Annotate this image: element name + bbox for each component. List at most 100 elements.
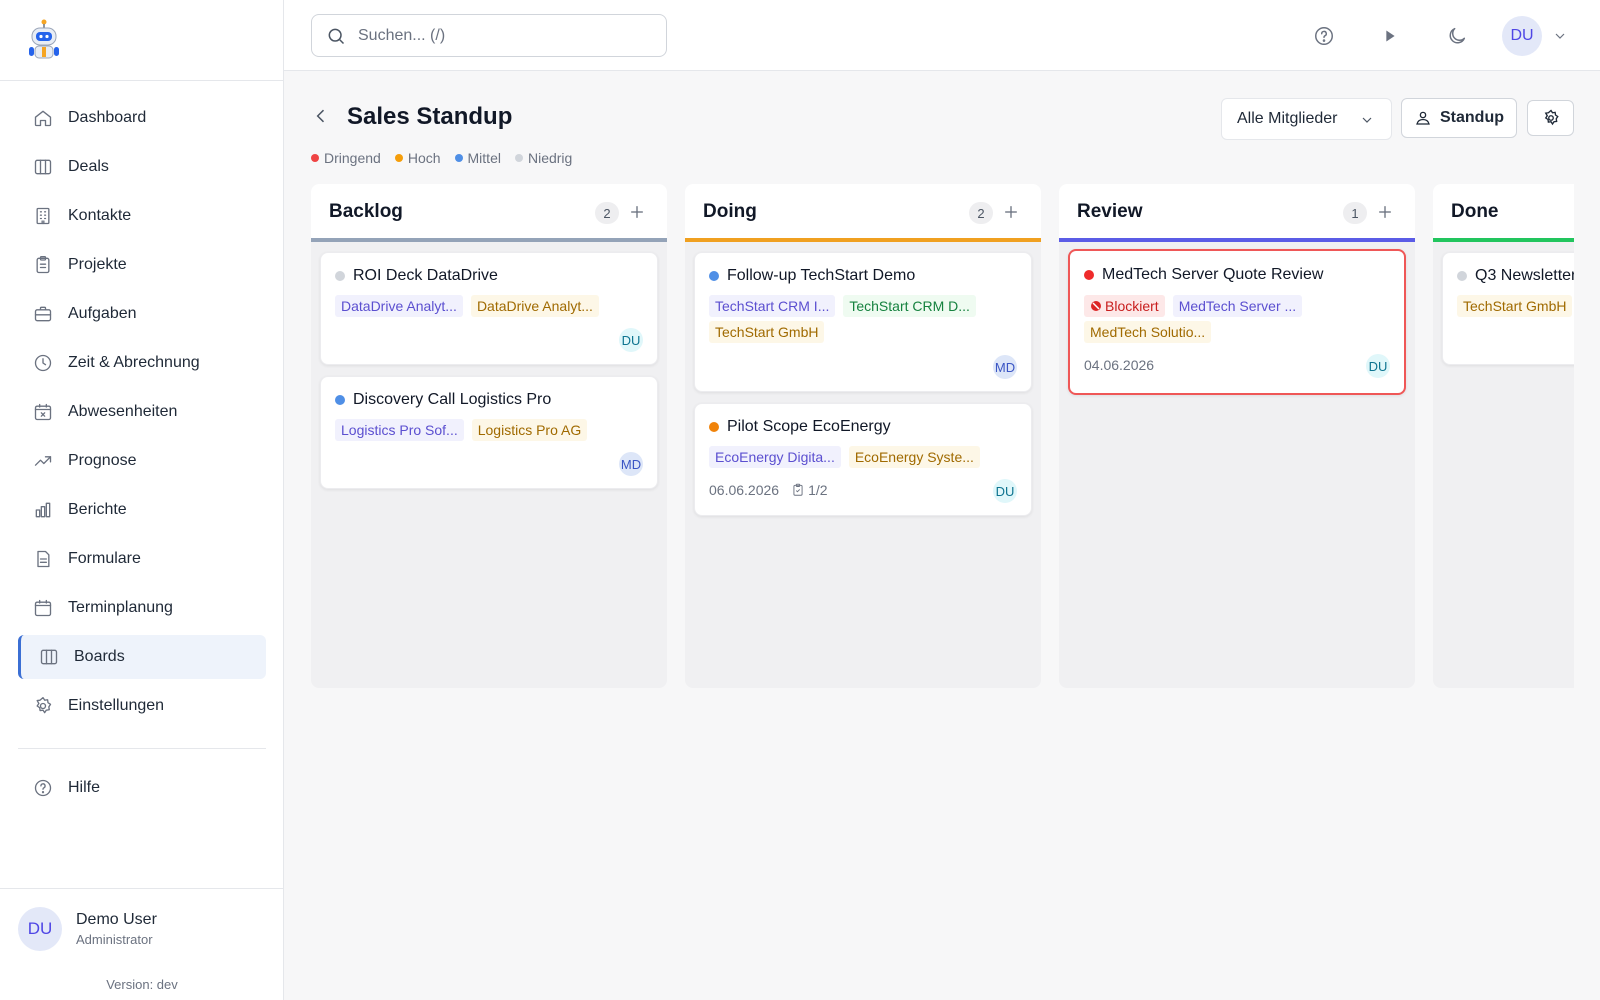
tag[interactable]: TechStart GmbH — [709, 321, 825, 343]
sidebar-item-projekte[interactable]: Projekte — [18, 243, 266, 287]
sidebar-item-aufgaben[interactable]: Aufgaben — [18, 292, 266, 336]
sidebar-item-label: Deals — [68, 158, 109, 175]
sidebar-item-prognose[interactable]: Prognose — [18, 439, 266, 483]
sidebar-item-boards[interactable]: Boards — [18, 635, 266, 679]
tag[interactable]: Logistics Pro Sof... — [335, 419, 464, 441]
user-name: Demo User — [76, 911, 157, 928]
sidebar-item-abwesenheiten[interactable]: Abwesenheiten — [18, 390, 266, 434]
card-tags: EcoEnergy Digita... EcoEnergy Syste... — [709, 446, 1019, 472]
sidebar-item-dashboard[interactable]: Dashboard — [18, 96, 266, 140]
task-card[interactable]: Discovery Call Logistics Pro Logistics P… — [320, 376, 658, 489]
checklist-progress: 1/2 — [808, 482, 828, 498]
card-tags: DataDrive Analyt... DataDrive Analyt... — [335, 295, 645, 321]
sidebar-item-hilfe[interactable]: Hilfe — [18, 766, 266, 810]
sidebar-item-kontakte[interactable]: Kontakte — [18, 194, 266, 238]
add-card-button[interactable] — [627, 202, 647, 222]
sidebar-item-berichte[interactable]: Berichte — [18, 488, 266, 532]
assignee-avatar[interactable]: DU — [993, 479, 1017, 503]
sidebar-item-label: Aufgaben — [68, 305, 137, 322]
sidebar-item-label: Prognose — [68, 452, 137, 469]
back-button[interactable] — [311, 106, 333, 130]
column-title: Backlog — [329, 201, 403, 222]
member-filter-select[interactable]: Alle Mitglieder — [1221, 98, 1392, 140]
card-title: Discovery Call Logistics Pro — [335, 391, 551, 409]
plus-icon — [1005, 206, 1017, 218]
user-role: Administrator — [76, 932, 153, 947]
legend-item-mittel: Mittel — [454, 150, 501, 166]
sidebar-help-section: Hilfe — [18, 766, 266, 815]
dark-mode-toggle[interactable] — [1445, 24, 1469, 48]
sidebar-item-label: Formulare — [68, 550, 141, 567]
sidebar-item-label: Berichte — [68, 501, 127, 518]
sidebar-item-deals[interactable]: Deals — [18, 145, 266, 189]
top-bar: Suchen... (/) DU — [284, 0, 1600, 71]
task-card[interactable]: Follow-up TechStart Demo TechStart CRM I… — [694, 252, 1032, 392]
assignee-avatar[interactable]: MD — [993, 355, 1017, 379]
due-date: 04.06.2026 — [1084, 357, 1155, 373]
search-input[interactable]: Suchen... (/) — [311, 14, 667, 57]
legend-item-hoch: Hoch — [394, 150, 441, 166]
search-icon — [328, 28, 345, 44]
robot-logo-icon[interactable] — [26, 18, 62, 62]
blocked-tag[interactable]: Blockiert — [1084, 295, 1165, 317]
play-button[interactable] — [1378, 24, 1402, 48]
tag[interactable]: TechStart GmbH — [1457, 295, 1573, 317]
tag[interactable]: DataDrive Analyt... — [470, 295, 599, 317]
assignee-avatar[interactable]: DU — [619, 328, 643, 352]
help-circle-icon — [32, 777, 54, 799]
sidebar-item-label: Projekte — [68, 256, 127, 273]
tag[interactable]: DataDrive Analyt... — [335, 295, 463, 317]
add-card-button[interactable] — [1375, 202, 1395, 222]
user-menu-toggle[interactable] — [1552, 28, 1568, 44]
column-header: Doing 2 — [685, 184, 1041, 242]
priority-dot — [514, 154, 523, 162]
user-avatar-button[interactable]: DU — [1502, 16, 1542, 56]
task-card-blocked[interactable]: MedTech Server Quote Review Blockiert Me… — [1068, 249, 1406, 395]
column-count-badge: 2 — [595, 202, 619, 224]
sidebar-item-formulare[interactable]: Formulare — [18, 537, 266, 581]
assignee-avatar[interactable]: DU — [1366, 354, 1390, 378]
user-profile[interactable]: DU Demo User Administrator Version: dev — [0, 888, 284, 1000]
task-card[interactable]: Pilot Scope EcoEnergy EcoEnergy Digita..… — [694, 403, 1032, 516]
help-button[interactable] — [1312, 24, 1336, 48]
moon-icon — [1449, 27, 1466, 44]
card-title: Follow-up TechStart Demo — [709, 267, 915, 285]
tag[interactable]: MedTech Server ... — [1172, 295, 1303, 317]
card-title-text: Pilot Scope EcoEnergy — [727, 418, 891, 435]
tag[interactable]: EcoEnergy Syste... — [848, 446, 980, 468]
task-card[interactable]: ROI Deck DataDrive DataDrive Analyt... D… — [320, 252, 658, 365]
tag[interactable]: EcoEnergy Digita... — [709, 446, 841, 468]
column-title: Doing — [703, 201, 757, 222]
sidebar-item-label: Boards — [74, 648, 125, 665]
gear-icon — [32, 695, 54, 717]
sidebar-item-einstellungen[interactable]: Einstellungen — [18, 684, 266, 728]
priority-dot — [335, 271, 345, 281]
tag[interactable]: MedTech Solutio... — [1084, 321, 1212, 343]
presenter-icon — [1416, 111, 1430, 125]
standup-button[interactable]: Standup — [1401, 98, 1517, 138]
card-meta: 06.06.2026 1/2 — [709, 482, 828, 498]
sidebar-item-terminplanung[interactable]: Terminplanung — [18, 586, 266, 630]
priority-dot — [335, 395, 345, 405]
column-title: Done — [1451, 201, 1499, 222]
play-icon — [1386, 30, 1395, 42]
assignee-avatar[interactable]: MD — [619, 452, 643, 476]
clock-icon — [32, 352, 54, 374]
card-title-text: MedTech Server Quote Review — [1102, 266, 1324, 283]
chevron-left-icon — [316, 109, 325, 123]
tag[interactable]: Logistics Pro AG — [471, 419, 588, 441]
briefcase-icon — [32, 303, 54, 325]
tag[interactable]: TechStart CRM D... — [843, 295, 976, 317]
task-card[interactable]: Q3 Newsletter TechStart GmbH — [1442, 252, 1574, 365]
card-title-text: Follow-up TechStart Demo — [727, 267, 916, 284]
legend-item-dringend: Dringend — [311, 150, 381, 166]
tag[interactable]: TechStart CRM I... — [709, 295, 836, 317]
board-settings-button[interactable] — [1527, 100, 1574, 136]
add-card-button[interactable] — [1001, 202, 1021, 222]
file-icon — [32, 548, 54, 570]
plus-icon — [1379, 206, 1391, 218]
blocked-icon — [1091, 301, 1101, 311]
legend-label: Dringend — [324, 150, 381, 166]
sidebar-item-zeit-abrechnung[interactable]: Zeit & Abrechnung — [18, 341, 266, 385]
calendar-x-icon — [32, 401, 54, 423]
